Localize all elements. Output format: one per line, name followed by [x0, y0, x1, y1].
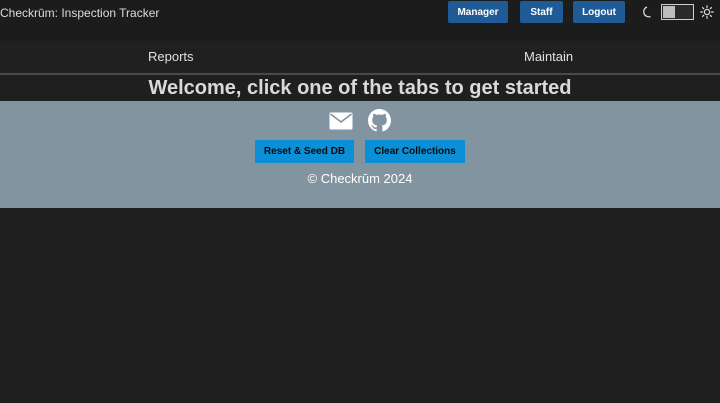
staff-button[interactable]: Staff	[520, 1, 563, 23]
mail-icon[interactable]	[329, 112, 353, 130]
moon-icon	[641, 5, 655, 19]
theme-toggle[interactable]	[661, 4, 694, 20]
copyright-text: © Checkrūm 2024	[307, 171, 413, 186]
reset-seed-db-button[interactable]: Reset & Seed DB	[255, 140, 354, 163]
tab-maintain[interactable]: Maintain	[524, 49, 573, 64]
welcome-heading: Welcome, click one of the tabs to get st…	[0, 75, 720, 101]
toggle-knob	[663, 6, 675, 18]
footer: Reset & Seed DB Clear Collections © Chec…	[0, 101, 720, 208]
top-navbar: Checkrūm: Inspection Tracker Manager Sta…	[0, 0, 720, 41]
clear-collections-button[interactable]: Clear Collections	[365, 140, 465, 163]
manager-button[interactable]: Manager	[448, 1, 508, 23]
tab-reports[interactable]: Reports	[148, 49, 194, 64]
logout-button[interactable]: Logout	[573, 1, 625, 23]
app-title[interactable]: Checkrūm: Inspection Tracker	[0, 6, 159, 20]
tab-bar: Reports Maintain	[0, 41, 720, 75]
github-icon[interactable]	[368, 109, 391, 132]
sun-icon	[700, 5, 714, 19]
